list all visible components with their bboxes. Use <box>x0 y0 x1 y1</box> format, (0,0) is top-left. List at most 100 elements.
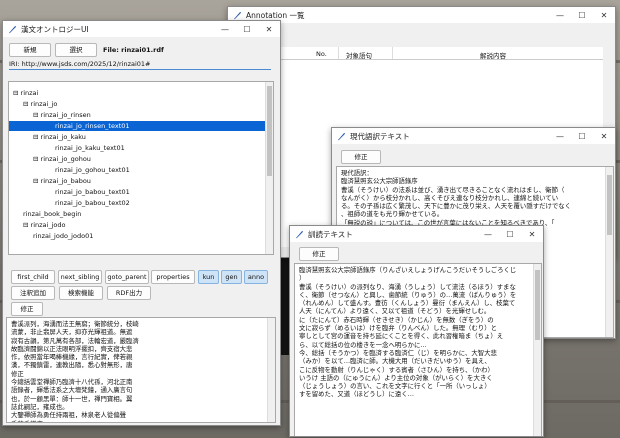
nav-button-kun[interactable]: kun <box>198 270 219 284</box>
minimize-icon[interactable]: — <box>214 25 236 34</box>
annotation-titlebar: Annotation 一覧 — ☐ ✕ <box>228 7 615 23</box>
expand-icon[interactable]: ⊟ <box>33 177 41 185</box>
text-line: 語錄者，輝悉法系之大壇梵鐘，通入廣言句 <box>11 386 133 395</box>
text-line: いうけ 主語の（にゅうにん）より主位の対象（がいらく）を大きく <box>299 373 493 382</box>
kanbun-text-area[interactable]: 曹溪派列，海湧而法王無窮；衛節統分，枝崎 流蒙，非止翡屏人天，抑亦光輝祖道。無遮寂… <box>6 317 276 423</box>
text-line: 曹溪（そうけい）の法系は並び、湧き出て尽きることなく流れはまし、衛節（ <box>341 185 565 194</box>
tree-item[interactable]: ⊟ rinzai_jo_kaku <box>33 132 86 142</box>
column-header-no[interactable]: No. <box>316 50 327 58</box>
tree-item-label: rinzai_jo_gohou <box>40 155 91 163</box>
tree-item[interactable]: ⊟ rinzai_jo_babou <box>33 176 91 186</box>
nav-button-next-sibling[interactable]: next_sibling <box>58 270 102 284</box>
tree-item[interactable]: rinzai_jodo_jodo01 <box>33 231 93 241</box>
text-line: こに反物を動射（りんじゃく）する賓者（さひん）を持ち、（かわ） <box>299 365 494 374</box>
nav-button-gen[interactable]: gen <box>221 270 242 284</box>
file-label: File: rinzai01.rdf <box>103 46 164 54</box>
rdf-output-button[interactable]: RDF出力 <box>107 286 151 300</box>
text-line: 臨済慧照玄公大宗師語錄序 <box>341 177 418 186</box>
minimize-icon[interactable]: — <box>477 230 499 239</box>
scrollbar-thumb[interactable] <box>267 86 272 176</box>
tree-item[interactable]: rinzai_jo_rinsen_text01 <box>9 121 265 131</box>
close-icon[interactable]: ✕ <box>593 11 615 20</box>
text-scrollbar[interactable] <box>267 318 275 422</box>
tree-item[interactable]: ⊟ rinzai_jo_gohou <box>33 154 91 164</box>
tree-item-label: rinzai_jo_rinsen_text01 <box>55 122 130 130</box>
kundoku-window: 訓読テキスト — ☐ ✕ 修正 臨済慧照玄公大宗師語錄序（りんざいえしょうげんこ… <box>289 225 544 437</box>
kundoku-text-area[interactable]: 臨済慧照玄公大宗師語錄序（りんざいえしょうげんこうだいそうしごろくじ）曹溪（そう… <box>294 263 542 436</box>
main-titlebar: 漢文オントロジーUI — ☐ ✕ <box>3 21 280 37</box>
maximize-icon[interactable]: ☐ <box>571 132 593 141</box>
nav-button-properties[interactable]: properties <box>151 270 195 284</box>
edit-button[interactable]: 修正 <box>11 302 43 316</box>
edit-button[interactable]: 修正 <box>341 150 381 164</box>
tree-view[interactable]: ⊟ rinzai ⊟ rinzai_jo ⊟ rinzai_jo_rinsen rin… <box>8 81 274 255</box>
column-divider <box>392 47 393 59</box>
tree-item[interactable]: rinzai_jo_babou_text01 <box>55 187 130 197</box>
tree-item[interactable]: rinzai_jo_gohou_text01 <box>55 165 130 175</box>
expand-icon[interactable]: ⊟ <box>23 221 31 229</box>
tree-item-label: rinzai_jodo <box>30 221 66 229</box>
tree-item-label: rinzai_jo_rinsen <box>40 111 91 119</box>
tree-item-label: rinzai_jo_babou <box>40 177 91 185</box>
window-title: 漢文オントロジーUI <box>21 24 89 34</box>
table-header: No. 対象語句 解説内容 <box>280 47 603 60</box>
tree-item[interactable]: ⊟ rinzai_jo <box>23 99 57 109</box>
expand-icon[interactable]: ⊟ <box>33 155 41 163</box>
edit-button[interactable]: 修正 <box>299 247 339 261</box>
text-scrollbar[interactable] <box>533 264 541 436</box>
tree-item-label: rinzai_jo_kaku_text01 <box>55 144 125 152</box>
expand-icon[interactable]: ⊟ <box>33 133 41 141</box>
column-header-explanation[interactable]: 解説内容 <box>480 50 506 60</box>
close-icon[interactable]: ✕ <box>258 25 280 34</box>
close-icon[interactable]: ✕ <box>593 132 615 141</box>
maximize-icon[interactable]: ☐ <box>499 230 521 239</box>
minimize-icon[interactable]: — <box>549 11 571 20</box>
tree-item[interactable]: rinzai_book_begin <box>23 209 81 219</box>
select-button[interactable]: 選択 <box>55 43 97 57</box>
text-line: 流蒙，非止翡屏人天，抑亦光輝祖道。無遮 <box>11 328 133 337</box>
text-line: に（たにんて）赤石時輝（せきせき）（かじん）を無数（ぎをう）の <box>299 315 494 324</box>
text-line: すを留めた、又道（ほどうし）に遠く… <box>299 390 415 399</box>
window-title: 現代語訳テキスト <box>350 131 410 141</box>
minimize-icon[interactable]: — <box>549 132 571 141</box>
text-line: 、祖師の道をも光り輝かせている。 <box>341 210 444 219</box>
text-line: なんがく）から枝分かれし、高くそびえ連なり枝分かれし、連綿と続いてい <box>341 193 559 202</box>
nav-button-anno[interactable]: anno <box>244 270 268 284</box>
nav-button-goto-parent[interactable]: goto_parent <box>105 270 149 284</box>
text-line: 故臨濟闘錦以正法眼明浮擺扣，齊支宿大悲 <box>11 344 133 353</box>
feather-icon <box>295 230 304 238</box>
window-title: 訓読テキスト <box>308 229 353 239</box>
text-line: 臨済慧照玄公大宗師語錄序（りんざいえしょうげんこうだいそうしごろくじ <box>299 266 517 274</box>
tree-item-label: rinzai_jo <box>30 100 58 108</box>
text-line: 寧しとして宮の運音を持ち延にくことを得く、此れ習権暗ま（ちょ）え <box>299 332 504 341</box>
expand-icon[interactable]: ⊟ <box>13 89 21 97</box>
tree-item-label: rinzai_jo_babou_text02 <box>55 199 130 207</box>
tree-item[interactable]: ⊟ rinzai <box>13 88 38 98</box>
search-button[interactable]: 検索機能 <box>59 286 103 300</box>
iri-label: IRI: http://www.jsds.com/2025/12/rinzai0… <box>9 60 151 68</box>
new-button[interactable]: 新規 <box>9 43 51 57</box>
text-line: 也，於一顧黑單：師十一世，禪門寶相。翼 <box>11 394 133 403</box>
scrollbar-thumb[interactable] <box>607 175 612 235</box>
modern-titlebar: 現代語訳テキスト — ☐ ✕ <box>332 128 615 144</box>
tree-item-label: rinzai_jo_gohou_text01 <box>55 166 130 174</box>
tree-item[interactable]: ⊟ rinzai_jodo <box>23 220 65 230</box>
tree-item[interactable]: rinzai_jo_kaku_text01 <box>55 143 125 153</box>
text-scrollbar[interactable] <box>605 167 613 337</box>
expand-icon[interactable]: ⊟ <box>33 111 41 119</box>
scrollbar-thumb[interactable] <box>535 270 540 340</box>
expand-icon[interactable]: ⊟ <box>23 100 31 108</box>
tree-item-label: rinzai_book_begin <box>23 210 82 218</box>
add-annotation-button[interactable]: 注釈追加 <box>11 286 55 300</box>
tree-item[interactable]: ⊟ rinzai_jo_rinsen <box>33 110 91 120</box>
close-icon[interactable]: ✕ <box>521 230 543 239</box>
tree-item[interactable]: rinzai_jo_babou_text02 <box>55 198 130 208</box>
text-line: く、衛節（せつなん）と興し、歯節統（りゅう）の…萬流（ばんりゅう）を <box>299 290 517 299</box>
nav-button-first-child[interactable]: first_child <box>11 270 55 284</box>
maximize-icon[interactable]: ☐ <box>571 11 593 20</box>
column-header-target[interactable]: 対象語句 <box>346 50 372 60</box>
tree-scrollbar[interactable] <box>265 82 273 254</box>
text-line: 人天（にんてん）より遠く、又以て祖道（そどう）を光輝せしむ。 <box>299 307 491 316</box>
maximize-icon[interactable]: ☐ <box>236 25 258 34</box>
tree-item-label: rinzai_jo_babou_text01 <box>55 188 130 196</box>
